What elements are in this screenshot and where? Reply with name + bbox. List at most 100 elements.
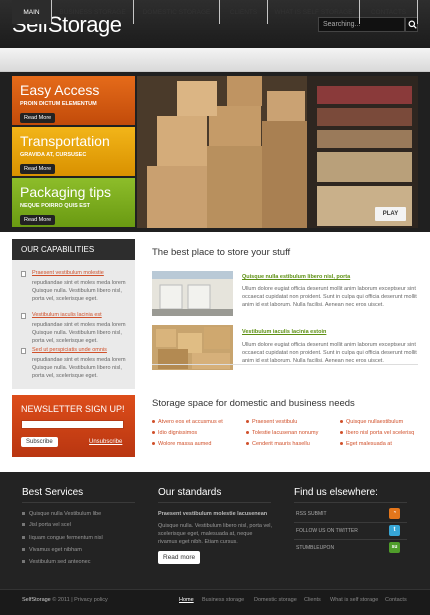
document-icon: [21, 313, 26, 319]
link-item[interactable]: Cenderit mauris hasellu: [246, 441, 310, 447]
divider: [152, 364, 418, 365]
footer-nav-business-storage[interactable]: Business storage: [202, 597, 244, 603]
capability-link[interactable]: Praesent vestibulum molestie: [32, 270, 104, 276]
tile-subtitle: NEQUE POIRRO QUIS EST: [20, 203, 90, 209]
capability-text: repudiandae sint et moles meda lorem Qui…: [32, 357, 126, 379]
divider: [294, 522, 407, 523]
standards-title: Our standards: [158, 487, 222, 498]
copyright-text: © 2011 | Privacy policy: [50, 597, 108, 603]
footer-nav-domestic-storage[interactable]: Domestic storage: [254, 597, 297, 603]
newsletter-email-input[interactable]: [21, 420, 124, 429]
capabilities-panel: OUR CAPABILITIES Praesent vestibulum mol…: [12, 239, 135, 389]
garage-image: [152, 271, 233, 316]
service-text[interactable]: Quisque nulla Vestibulum libe: [29, 511, 101, 517]
service-item[interactable]: Jisl porta vel scel: [22, 522, 71, 528]
link-item[interactable]: Ibero nisl porta vel scelerisq: [340, 430, 414, 436]
link-item[interactable]: Idio dignissimos: [152, 430, 197, 436]
service-item[interactable]: Vestibulum sed anteonec: [22, 559, 90, 565]
capability-link[interactable]: Vestibulum iaculis lacinia est: [32, 312, 102, 318]
nav-clients[interactable]: CLIENTS: [220, 0, 268, 24]
section-heading: The best place to store your stuff: [152, 247, 291, 258]
link-text[interactable]: Ibero nisl porta vel scelerisq: [346, 430, 414, 436]
divider: [294, 502, 407, 503]
link-item[interactable]: Eget malesuada at: [340, 441, 392, 447]
read-more-button[interactable]: Read More: [20, 113, 56, 123]
link-text[interactable]: Idio dignissimos: [158, 430, 197, 436]
nav-contacts[interactable]: CONTACTS: [360, 0, 418, 24]
service-item[interactable]: Quisque nulla Vestibulum libe: [22, 511, 101, 517]
link-text[interactable]: Quisque nullaestibulum: [346, 419, 403, 425]
link-text[interactable]: Cenderit mauris hasellu: [252, 441, 310, 447]
rss-icon[interactable]: ◔: [389, 508, 400, 519]
link-text[interactable]: Tolestie lacusenan nonumy: [252, 430, 318, 436]
divider: [158, 502, 271, 503]
read-more-button[interactable]: Read More: [20, 215, 56, 225]
bullet-icon: [246, 420, 249, 424]
service-item[interactable]: Iiquam congue fermentum nisl: [22, 535, 103, 541]
bullet-icon: [246, 431, 249, 435]
feature-link[interactable]: Quisque nulla estibulum libero nisl, por…: [242, 274, 350, 280]
read-more-button[interactable]: Read more: [158, 551, 201, 564]
social-twitter[interactable]: FOLLOW US ON TWITTER: [296, 528, 358, 534]
link-item[interactable]: Wolore massa aumed: [152, 441, 211, 447]
social-stumbleupon[interactable]: STUMBLEUPON: [296, 545, 334, 551]
bullet-icon: [22, 560, 25, 564]
subscribe-button[interactable]: Subscribe: [21, 437, 58, 447]
tile-easy-access[interactable]: Easy Access PROIN DICTUM ELEMENTUM Read …: [12, 76, 135, 125]
service-item[interactable]: Vivamus eget nibham: [22, 547, 82, 553]
section-heading-storage: Storage space for domestic and business …: [152, 398, 355, 409]
best-services-title: Best Services: [22, 487, 84, 498]
link-text[interactable]: Wolore massa aumed: [158, 441, 211, 447]
standards-text: Quisque nulla. Vestibulum libero nisl, p…: [158, 523, 273, 545]
link-item[interactable]: Tolestie lacusenan nonumy: [246, 430, 318, 436]
divider: [294, 539, 407, 540]
newsletter-title: NEWSLETTER SIGN UP!: [21, 404, 125, 414]
bullet-icon: [340, 420, 343, 424]
link-text[interactable]: Eget malesuada at: [346, 441, 392, 447]
nav-what-is-self-storage[interactable]: WHAT IS SELF STORAGE: [268, 0, 360, 24]
unsubscribe-link[interactable]: Unsubscribe: [89, 439, 122, 445]
tile-transportation[interactable]: Transportation GRAVIDA AT, CURSUSEC Read…: [12, 127, 135, 176]
link-item[interactable]: Atvero eos et accusmus et: [152, 419, 223, 425]
tile-packaging-tips[interactable]: Packaging tips NEQUE POIRRO QUIS EST Rea…: [12, 178, 135, 227]
bullet-icon: [152, 442, 155, 446]
tile-title: Easy Access: [20, 82, 100, 98]
bullet-icon: [22, 548, 25, 552]
link-text[interactable]: Atvero eos et accusmus et: [158, 419, 223, 425]
newsletter-panel: NEWSLETTER SIGN UP! Subscribe Unsubscrib…: [12, 395, 135, 457]
read-more-button[interactable]: Read More: [20, 164, 56, 174]
bullet-icon: [22, 536, 25, 540]
footer-nav-clients[interactable]: Clients: [304, 597, 321, 603]
bullet-icon: [340, 442, 343, 446]
social-rss[interactable]: RSS SUBMIT: [296, 511, 327, 517]
capability-link[interactable]: Sed ut perspiciatis unde omnis: [32, 347, 107, 353]
standards-lead: Praesent vestibulum molestie lacusenean: [158, 511, 268, 517]
footer-nav-what-is-self-storage[interactable]: What is self storage: [330, 597, 378, 603]
footer-nav-contacts[interactable]: Contacts: [385, 597, 407, 603]
nav-business-storage[interactable]: BUSINESS STORAGE: [52, 0, 134, 24]
tile-title: Transportation: [20, 133, 110, 149]
footer-nav-home[interactable]: Home: [179, 597, 194, 603]
service-text[interactable]: Vestibulum sed anteonec: [29, 559, 90, 565]
document-icon: [21, 271, 26, 277]
service-text[interactable]: Vivamus eget nibham: [29, 547, 82, 553]
link-item[interactable]: Praesent vestibulu: [246, 419, 297, 425]
link-item[interactable]: Quisque nullaestibulum: [340, 419, 403, 425]
feature-link[interactable]: Vestibulum iaculis lacinia estoin: [242, 329, 326, 335]
play-button[interactable]: PLAY: [375, 207, 406, 221]
divider: [22, 502, 135, 503]
nav-domestic-storage[interactable]: DOMESTIC STORAGE: [134, 0, 220, 24]
tile-title: Packaging tips: [20, 184, 112, 200]
capability-text: repudiandae sint et moles meda lorem Qui…: [32, 322, 126, 344]
elsewhere-title: Find us elsewhere:: [294, 487, 378, 498]
copyright: SelfStorage © 2011 | Privacy policy: [22, 597, 108, 603]
document-icon: [21, 348, 26, 354]
capabilities-title: OUR CAPABILITIES: [12, 239, 135, 260]
link-text[interactable]: Praesent vestibulu: [252, 419, 297, 425]
stumbleupon-icon[interactable]: su: [389, 542, 400, 553]
service-text[interactable]: Iiquam congue fermentum nisl: [29, 535, 103, 541]
nav-main[interactable]: MAIN: [12, 0, 52, 24]
service-text[interactable]: Jisl porta vel scel: [29, 522, 71, 528]
main-nav: [0, 48, 430, 72]
twitter-icon[interactable]: t: [389, 525, 400, 536]
